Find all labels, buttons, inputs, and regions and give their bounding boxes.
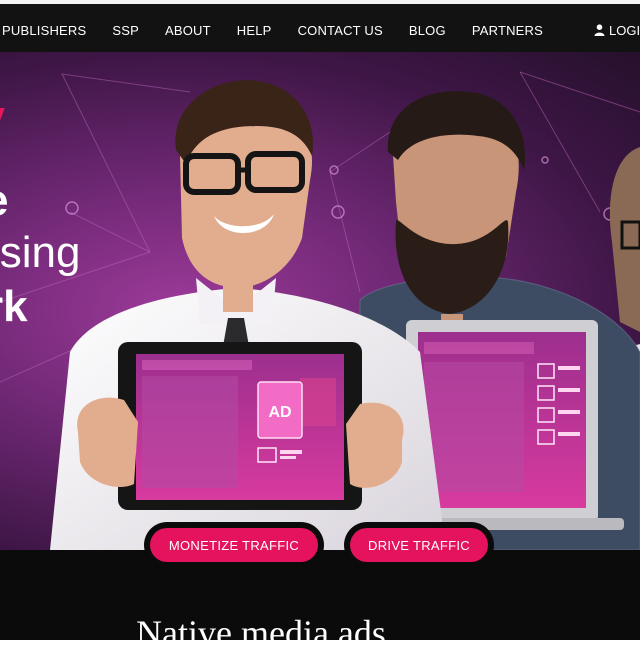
tablet: AD	[77, 342, 404, 510]
network-nodes	[65, 156, 617, 221]
hero-banner: AD y e ising rk	[0, 52, 640, 550]
hero-heading-line-3: rk	[0, 282, 28, 331]
hero-heading-line-2: ising	[0, 228, 81, 277]
user-icon	[594, 24, 605, 36]
hero-accent-letter: y	[0, 96, 5, 135]
login-label: LOGI	[609, 22, 640, 38]
nav-item-partners[interactable]: PARTNERS	[472, 23, 543, 38]
nav-item-blog[interactable]: BLOG	[409, 23, 446, 38]
ad-badge-text: AD	[268, 404, 291, 421]
hero-illustration: AD	[0, 71, 640, 550]
main-nav: PUBLISHERS SSP ABOUT HELP CONTACT US BLO…	[0, 8, 543, 52]
login-link[interactable]: LOGI	[594, 8, 640, 52]
top-nav-bar: PUBLISHERS SSP ABOUT HELP CONTACT US BLO…	[0, 0, 640, 52]
nav-item-contact-us[interactable]: CONTACT US	[298, 23, 383, 38]
drive-traffic-button[interactable]: DRIVE TRAFFIC	[350, 528, 488, 562]
monetize-traffic-button[interactable]: MONETIZE TRAFFIC	[150, 528, 318, 562]
hero-heading-line-1: e	[0, 176, 8, 226]
nav-item-help[interactable]: HELP	[237, 23, 272, 38]
nav-item-about[interactable]: ABOUT	[165, 23, 211, 38]
nav-item-ssp[interactable]: SSP	[112, 23, 139, 38]
nav-item-publishers[interactable]: PUBLISHERS	[2, 23, 86, 38]
section-title: Native media ads	[136, 613, 386, 653]
